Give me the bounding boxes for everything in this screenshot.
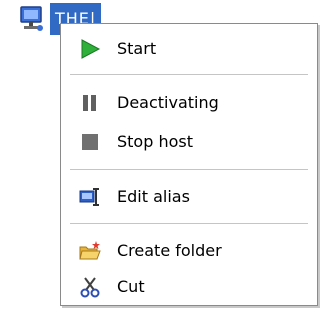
- menu-item-label: Create folder: [117, 241, 222, 260]
- new-folder-icon: [79, 240, 101, 262]
- menu-item-label: Edit alias: [117, 187, 190, 206]
- menu-item-cut[interactable]: Cut: [61, 269, 317, 305]
- menu-item-create-folder[interactable]: Create folder: [61, 233, 317, 269]
- menu-separator: [70, 169, 308, 170]
- stop-icon: [79, 131, 101, 153]
- edit-alias-icon: [79, 186, 101, 208]
- menu-item-stop-host[interactable]: Stop host: [61, 124, 317, 160]
- menu-item-start[interactable]: Start: [61, 31, 317, 67]
- menu-item-label: Cut: [117, 277, 145, 296]
- play-icon: [79, 38, 101, 60]
- menu-item-edit-alias[interactable]: Edit alias: [61, 179, 317, 215]
- scissors-icon: [79, 276, 101, 298]
- context-menu: Start Deactivating Stop host Edit alias …: [60, 23, 318, 306]
- pause-icon: [79, 92, 101, 114]
- menu-separator: [70, 223, 308, 224]
- menu-item-label: Deactivating: [117, 93, 219, 112]
- menu-item-label: Stop host: [117, 132, 193, 151]
- computer-icon: [18, 4, 48, 34]
- menu-item-deactivating[interactable]: Deactivating: [61, 85, 317, 121]
- menu-item-label: Start: [117, 39, 157, 58]
- menu-separator: [70, 74, 308, 75]
